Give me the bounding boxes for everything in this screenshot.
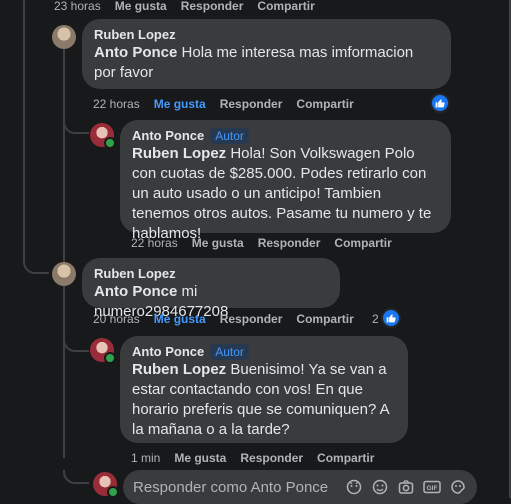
reply-button[interactable]: Responder <box>220 312 283 326</box>
comment-bubble: Anto Ponce Autor Ruben Lopez Hola! Son Vo… <box>120 120 451 242</box>
reply-placeholder: Responder como Anto Ponce <box>133 478 329 496</box>
comment-bubble: Anto Ponce Autor Ruben Lopez Buenisimo! Y… <box>120 336 408 443</box>
online-status-dot <box>107 486 119 498</box>
thread-connector <box>63 118 89 134</box>
share-button[interactable]: Compartir <box>317 451 374 465</box>
comment-time[interactable]: 22 horas <box>131 236 178 250</box>
comment-time[interactable]: 20 horas <box>93 312 140 326</box>
comment-text: Ruben Lopez Buenisimo! Ya se van a estar… <box>132 360 396 440</box>
avatar[interactable] <box>52 262 76 286</box>
share-button[interactable]: Compartir <box>296 312 353 326</box>
comment-author-row: Anto Ponce Autor <box>132 128 439 144</box>
comment-author[interactable]: Ruben Lopez <box>94 27 439 43</box>
share-button[interactable]: Compartir <box>296 97 353 111</box>
author-badge: Autor <box>210 344 249 360</box>
comment-actions: 23 horas Me gusta Responder Compartir <box>54 0 315 13</box>
share-button[interactable]: Compartir <box>257 0 314 13</box>
comment-author[interactable]: Anto Ponce <box>132 128 204 143</box>
comment-bubble: Ruben Lopez Anto Ponce mi numero29846772… <box>82 258 340 320</box>
share-button[interactable]: Compartir <box>334 236 391 250</box>
comment-actions: 20 horas Me gusta Responder Compartir <box>93 312 354 326</box>
reply-button[interactable]: Responder <box>220 97 283 111</box>
like-button[interactable]: Me gusta <box>174 451 226 465</box>
comment-time[interactable]: 23 horas <box>54 0 101 13</box>
thread-connector <box>63 470 89 484</box>
sticker-icon[interactable] <box>449 478 467 496</box>
like-reaction-icon[interactable] <box>381 308 401 328</box>
comment-actions: 22 horas Me gusta Responder Compartir <box>93 97 354 111</box>
author-badge: Autor <box>210 128 249 144</box>
online-status-dot <box>104 352 116 364</box>
svg-text:GIF: GIF <box>427 485 438 492</box>
avatar[interactable] <box>52 25 76 49</box>
thread-line <box>63 48 65 458</box>
mention-link[interactable]: Anto Ponce <box>94 44 177 61</box>
online-status-dot <box>104 137 116 149</box>
like-button[interactable]: Me gusta <box>192 236 244 250</box>
comment-actions: 1 min Me gusta Responder Compartir <box>131 451 374 465</box>
camera-icon[interactable] <box>397 478 415 496</box>
comment-author[interactable]: Anto Ponce <box>132 344 204 359</box>
thread-connector <box>23 262 49 274</box>
like-reaction-icon[interactable] <box>430 93 450 113</box>
comment-time[interactable]: 1 min <box>131 451 160 465</box>
gif-icon[interactable]: GIF <box>423 478 441 496</box>
like-button[interactable]: Me gusta <box>154 97 206 111</box>
comment-bubble: Ruben Lopez Anto Ponce Hola me interesa … <box>82 19 451 89</box>
thread-connector <box>63 336 89 352</box>
mention-link[interactable]: Ruben Lopez <box>132 145 226 162</box>
mention-link[interactable]: Ruben Lopez <box>132 361 226 378</box>
comment-time[interactable]: 22 horas <box>93 97 140 111</box>
comment-text: Ruben Lopez Hola! Son Volkswagen Polo co… <box>132 144 439 244</box>
reply-button[interactable]: Responder <box>181 0 244 13</box>
mention-link[interactable]: Anto Ponce <box>94 283 177 300</box>
reply-button[interactable]: Responder <box>240 451 303 465</box>
like-button[interactable]: Me gusta <box>154 312 206 326</box>
like-button[interactable]: Me gusta <box>115 0 167 13</box>
comment-author[interactable]: Ruben Lopez <box>94 266 328 282</box>
comment-actions: 22 horas Me gusta Responder Compartir <box>131 236 392 250</box>
reply-button[interactable]: Responder <box>258 236 321 250</box>
comment-text: Anto Ponce Hola me interesa mas imformac… <box>94 43 439 83</box>
thread-line <box>23 0 25 262</box>
reply-input[interactable]: Responder como Anto Ponce GIF <box>123 470 477 504</box>
avatar-sticker-icon[interactable] <box>345 478 363 496</box>
reaction-count[interactable]: 2 <box>372 312 379 326</box>
emoji-icon[interactable] <box>371 478 389 496</box>
comment-author-row: Anto Ponce Autor <box>132 344 396 360</box>
